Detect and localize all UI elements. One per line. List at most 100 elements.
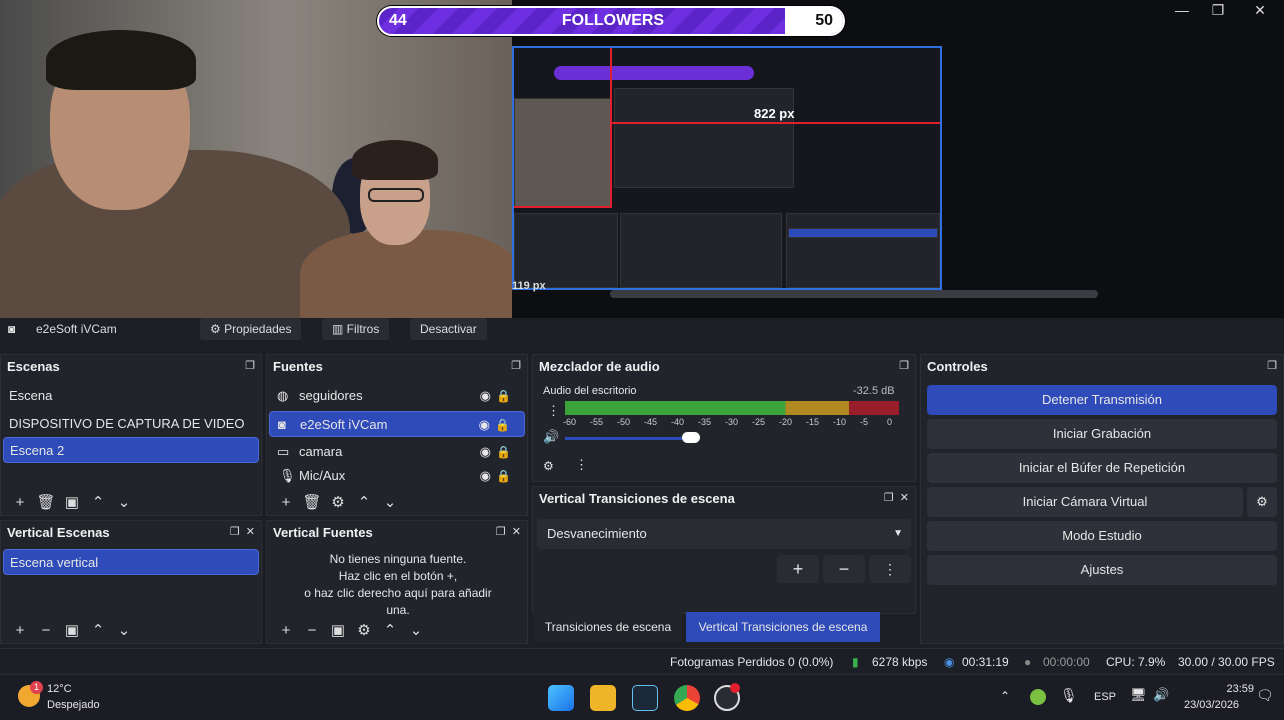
volume-meter xyxy=(565,401,899,415)
minus-icon[interactable]: − xyxy=(33,622,59,639)
source-toolbar: ◙ e2eSoft iVCam ⚙ Propiedades ▥ Filtros … xyxy=(0,318,1284,342)
taskbar: 1 12°C Despejado ⌃ 🎙 ESP 🖥 🔊 23:59 23/03… xyxy=(0,674,1284,720)
add-icon[interactable]: + xyxy=(7,622,33,639)
chevron-down-icon[interactable]: ⌄ xyxy=(403,621,429,639)
chevron-up-icon[interactable]: ⌃ xyxy=(85,621,111,639)
source-item-selected[interactable]: ◙ e2eSoft iVCam ◉ 🔒 xyxy=(269,411,525,437)
properties-button[interactable]: ⚙ Propiedades xyxy=(200,318,302,340)
windows-start-icon[interactable] xyxy=(548,685,574,711)
weather-desc: Despejado xyxy=(47,699,100,711)
controls-dock: Controles ❐ Detener Transmisión Iniciar … xyxy=(920,354,1284,644)
chevron-down-icon[interactable]: ⌄ xyxy=(377,493,403,511)
network-icon[interactable]: 🖥 xyxy=(1130,687,1147,703)
gear-icon[interactable]: ⚙ xyxy=(351,621,377,639)
gear-icon[interactable]: ⚙ xyxy=(325,493,351,511)
undock-icon[interactable]: ❐ xyxy=(1267,359,1277,372)
file-explorer-icon[interactable] xyxy=(590,685,616,711)
gears-icon[interactable]: ⚙ xyxy=(543,459,554,473)
undock-icon[interactable]: ❐ xyxy=(511,359,521,372)
add-icon[interactable]: + xyxy=(273,494,299,511)
preview-scrollbar[interactable] xyxy=(610,290,1098,298)
scene-item[interactable]: Escena xyxy=(3,383,259,409)
source-label: camara xyxy=(299,444,343,459)
add-icon[interactable]: + xyxy=(7,494,33,511)
close-button[interactable]: ✕ xyxy=(1238,0,1282,20)
undock-icon[interactable]: ❐ xyxy=(899,359,909,372)
remove-transition-button[interactable]: − xyxy=(823,555,865,583)
add-transition-button[interactable]: + xyxy=(777,555,819,583)
deactivate-button[interactable]: Desactivar xyxy=(410,318,487,340)
scenes-title: Escenas xyxy=(7,359,60,374)
trash-icon[interactable]: 🗑 xyxy=(299,493,325,511)
tab-vertical-transitions[interactable]: Vertical Transiciones de escena xyxy=(686,612,880,642)
filter-icon[interactable]: ▣ xyxy=(59,493,85,511)
lock-icon[interactable]: 🔒 xyxy=(495,412,510,438)
filters-button[interactable]: ▥ Filtros xyxy=(322,318,390,340)
filter-icon[interactable]: ▣ xyxy=(59,621,85,639)
kebab-icon[interactable]: ⋮ xyxy=(547,403,560,419)
transition-options-button[interactable]: ⋮ xyxy=(869,555,911,583)
start-virtual-camera-button[interactable]: Iniciar Cámara Virtual xyxy=(927,487,1243,517)
undock-icon[interactable]: ❐ ✕ xyxy=(496,525,521,538)
transition-select[interactable]: Desvanecimiento ▼ xyxy=(537,519,911,549)
mic-icon: 🎙 xyxy=(279,468,296,483)
start-replay-buffer-button[interactable]: Iniciar el Búfer de Repetición xyxy=(927,453,1277,483)
scene-item-selected[interactable]: Escena 2 xyxy=(3,437,259,463)
chevron-up-icon[interactable]: ⌃ xyxy=(1000,689,1010,703)
mic-icon[interactable]: 🎙 xyxy=(1060,687,1078,704)
undock-icon[interactable]: ❐ ✕ xyxy=(884,491,909,504)
undock-icon[interactable]: ❐ ✕ xyxy=(230,525,255,538)
chevron-down-icon[interactable]: ⌄ xyxy=(111,493,137,511)
minus-icon[interactable]: − xyxy=(299,622,325,639)
camera-icon: ◙ xyxy=(8,322,16,336)
preview-canvas[interactable]: 822 px 119 px 44 FOLLOWERS 50 — ❐ ✕ xyxy=(0,0,1284,328)
mixer-channel-name: Audio del escritorio xyxy=(543,385,637,397)
settings-button[interactable]: Ajustes xyxy=(927,555,1277,585)
chevron-up-icon[interactable]: ⌃ xyxy=(377,621,403,639)
volume-slider[interactable] xyxy=(565,437,682,440)
eye-icon[interactable]: ◉ xyxy=(479,412,490,438)
start-recording-button[interactable]: Iniciar Grabación xyxy=(927,419,1277,449)
chevron-down-icon[interactable]: ⌄ xyxy=(111,621,137,639)
eye-icon[interactable]: ◉ xyxy=(480,465,491,487)
kebab-icon[interactable]: ⋮ xyxy=(575,457,588,473)
tab-transitions[interactable]: Transiciones de escena xyxy=(534,612,682,642)
vertical-scene-item[interactable]: Escena vertical xyxy=(3,549,259,575)
source-item[interactable]: ◍ seguidores ◉ 🔒 xyxy=(269,383,525,409)
app-tray-icon[interactable] xyxy=(1030,689,1046,705)
stop-streaming-button[interactable]: Detener Transmisión xyxy=(927,385,1277,415)
filter-icon[interactable]: ▣ xyxy=(325,621,351,639)
eye-icon[interactable]: ◉ xyxy=(480,439,491,465)
clock-date[interactable]: 23/03/2026 xyxy=(1184,699,1239,711)
language-indicator[interactable]: ESP xyxy=(1094,691,1116,703)
lock-icon[interactable]: 🔒 xyxy=(496,383,511,409)
weather-badge: 1 xyxy=(30,681,43,694)
steam-icon[interactable] xyxy=(632,685,658,711)
lock-icon[interactable]: 🔒 xyxy=(496,465,511,487)
vertical-scenes-toolbar: + − ▣ ⌃ ⌄ xyxy=(7,621,137,639)
source-item[interactable]: ▭ camara ◉ 🔒 xyxy=(269,439,525,465)
status-bar: Fotogramas Perdidos 0 (0.0%) ▮ 6278 kbps… xyxy=(0,648,1284,674)
chevron-down-icon: ▼ xyxy=(893,528,903,539)
clock-time[interactable]: 23:59 xyxy=(1214,683,1254,695)
source-item[interactable]: 🎙 Mic/Aux ◉ 🔒 xyxy=(269,465,525,487)
maximize-button[interactable]: ❐ xyxy=(1196,0,1240,20)
chevron-up-icon[interactable]: ⌃ xyxy=(85,493,111,511)
speaker-icon[interactable]: 🔊 xyxy=(543,429,559,445)
meter-tick-label: -45 xyxy=(644,417,658,427)
chevron-up-icon[interactable]: ⌃ xyxy=(351,493,377,511)
volume-slider-handle[interactable] xyxy=(682,432,700,443)
studio-mode-button[interactable]: Modo Estudio xyxy=(927,521,1277,551)
add-icon[interactable]: + xyxy=(273,622,299,639)
trash-icon[interactable]: 🗑 xyxy=(33,493,59,511)
empty-line: Haz clic en el botón +, xyxy=(338,569,458,583)
eye-icon[interactable]: ◉ xyxy=(480,383,491,409)
scene-item[interactable]: DISPOSITIVO DE CAPTURA DE VIDEO xyxy=(3,411,259,437)
gear-icon[interactable]: ⚙ xyxy=(1247,487,1277,517)
audio-mixer-dock: Mezclador de audio ❐ Audio del escritori… xyxy=(532,354,916,482)
chrome-icon[interactable] xyxy=(674,685,700,711)
lock-icon[interactable]: 🔒 xyxy=(496,439,511,465)
undock-icon[interactable]: ❐ xyxy=(245,359,255,372)
notification-icon[interactable]: 🗨 xyxy=(1256,687,1274,704)
speaker-icon[interactable]: 🔊 xyxy=(1153,687,1169,703)
